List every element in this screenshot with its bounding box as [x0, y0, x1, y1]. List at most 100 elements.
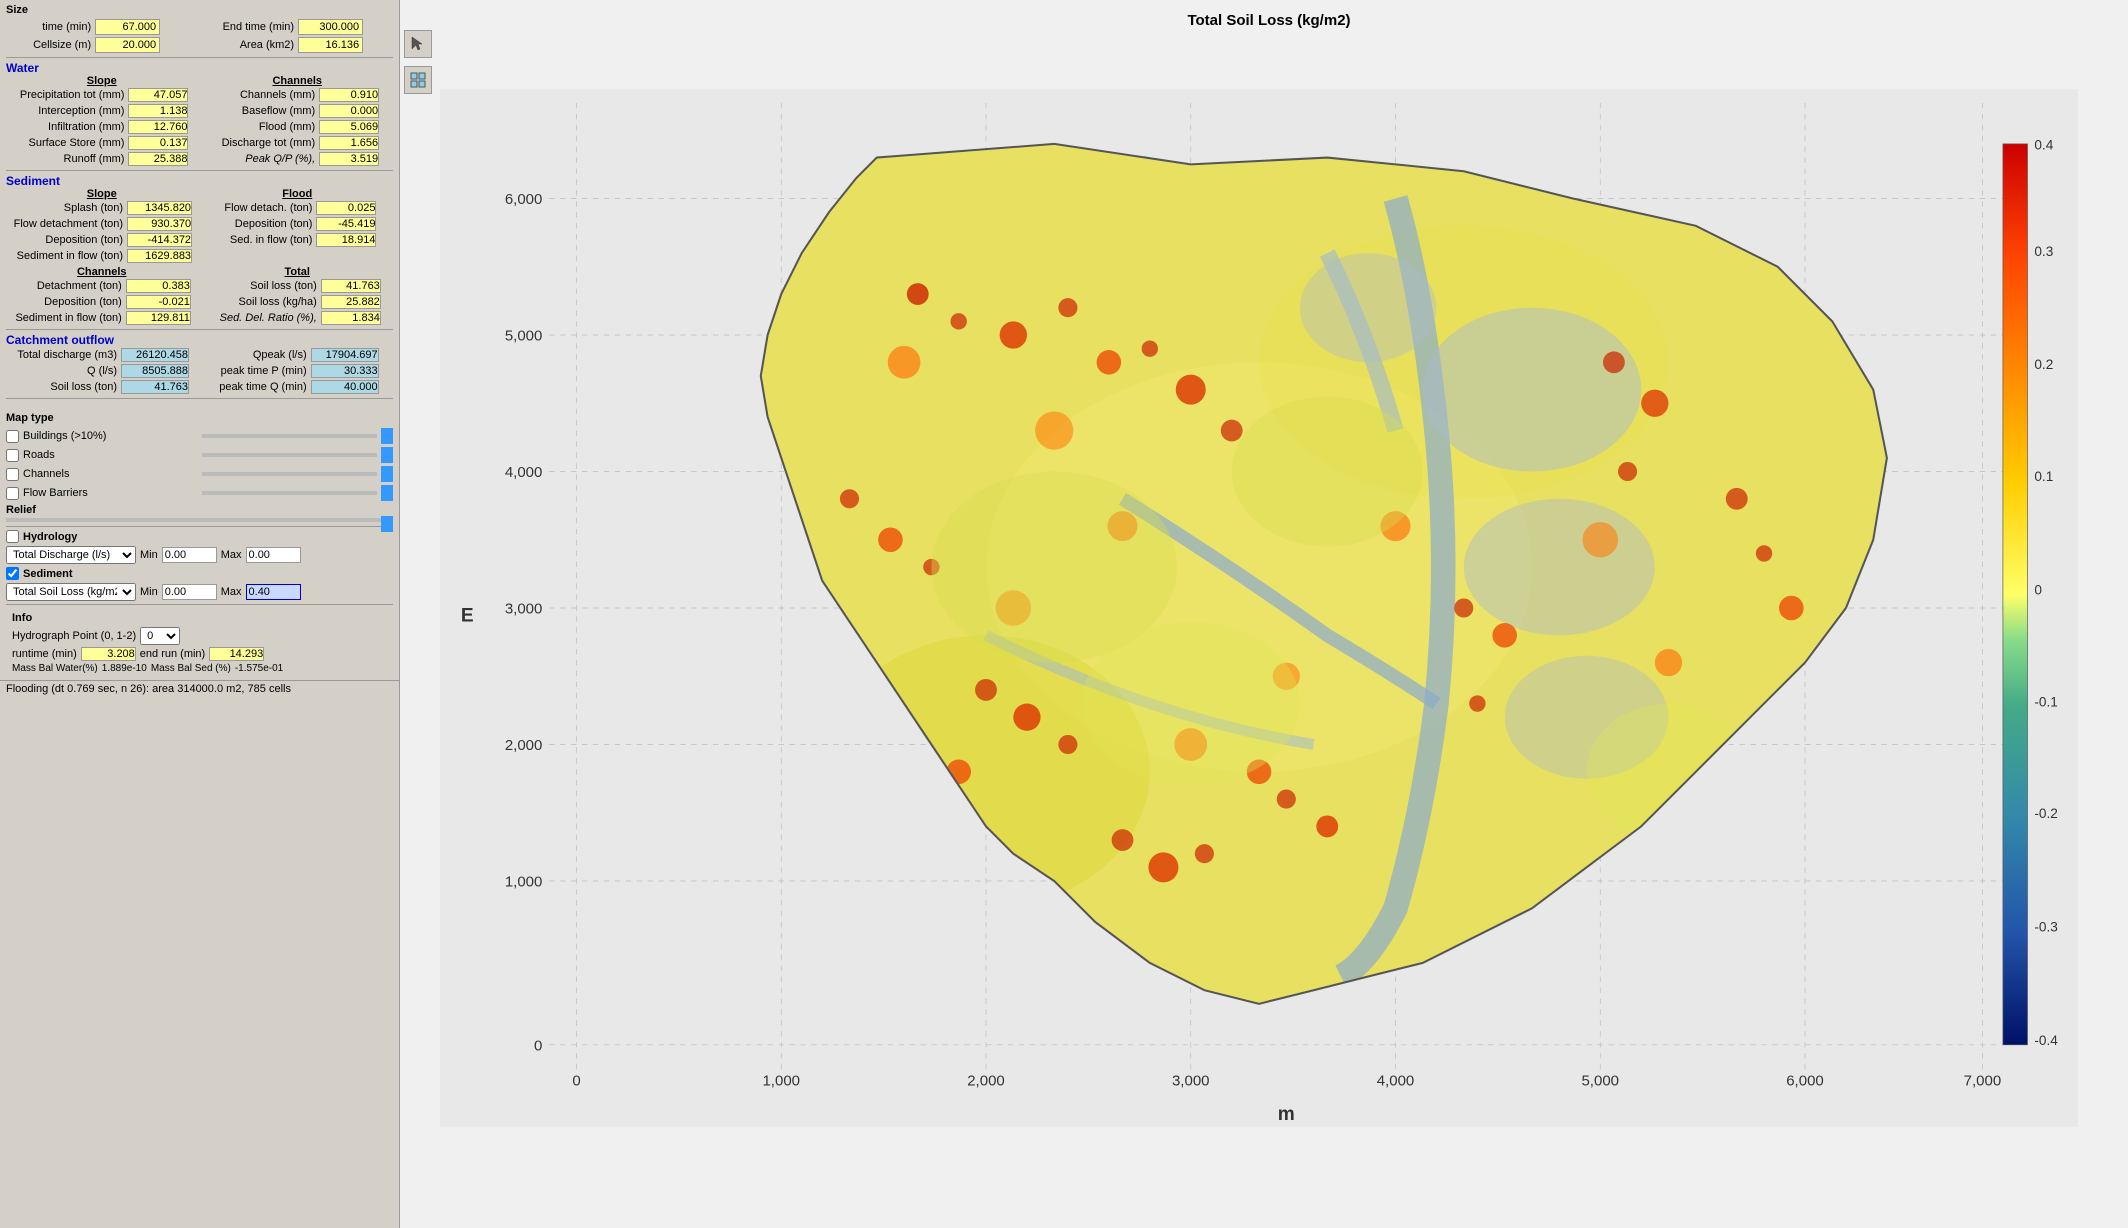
relief-slider[interactable]: [381, 516, 393, 532]
buildings-slider[interactable]: [381, 428, 393, 444]
qpeak-val[interactable]: [311, 348, 379, 362]
surface-val[interactable]: [128, 136, 188, 150]
runoff-val[interactable]: [128, 152, 188, 166]
hydrograph-label: Hydrograph Point (0, 1-2): [12, 630, 136, 642]
hydrology-checkbox[interactable]: [6, 530, 19, 543]
q-val[interactable]: [121, 364, 189, 378]
roads-row: Roads: [6, 447, 393, 463]
sed-min-label: Min: [140, 586, 158, 598]
svg-text:4,000: 4,000: [505, 464, 543, 481]
left-panel: Size time (min) End time (min) Cellsize …: [0, 0, 400, 1228]
sed-inflow-flood-val[interactable]: [316, 233, 376, 247]
sediment-dropdown[interactable]: Total Soil Loss (kg/m2: [6, 583, 136, 601]
relief-label: Relief: [6, 504, 393, 516]
svg-text:0.3: 0.3: [2034, 244, 2053, 259]
svg-text:5,000: 5,000: [505, 327, 543, 344]
sediment-title: Sediment: [6, 174, 393, 188]
mass-bal-sed-label: Mass Bal Sed (%): [151, 663, 231, 674]
sed-channels-header: Channels: [6, 266, 198, 278]
discharge-val[interactable]: [319, 136, 379, 150]
flow-detach-flood-val[interactable]: [316, 201, 376, 215]
channels-mm-val[interactable]: [319, 88, 379, 102]
svg-text:7,000: 7,000: [1964, 1073, 2002, 1090]
map-svg[interactable]: 6,000 5,000 4,000 3,000 2,000 1,000 0 0 …: [440, 28, 2078, 1188]
map-type-section: Map type Buildings (>10%) Roads Channels…: [0, 406, 399, 680]
end-time-value[interactable]: [298, 19, 363, 35]
channels-checkbox[interactable]: [6, 468, 19, 481]
deposition-flood-val[interactable]: [316, 217, 376, 231]
baseflow-val[interactable]: [319, 104, 379, 118]
runtime-row: runtime (min) end run (min): [12, 647, 387, 661]
peak-time-q-val[interactable]: [311, 380, 379, 394]
end-run-label: end run (min): [140, 648, 205, 660]
size-section: Size time (min) End time (min) Cellsize …: [6, 4, 393, 54]
sediment-map-checkbox[interactable]: [6, 567, 19, 580]
svg-text:3,000: 3,000: [1172, 1073, 1210, 1090]
peak-time-p-val[interactable]: [311, 364, 379, 378]
svg-text:E: E: [461, 606, 474, 627]
status-text: Flooding (dt 0.769 sec, n 26): area 3140…: [6, 683, 291, 695]
time-value[interactable]: [95, 19, 160, 35]
catchment-soil-loss-val[interactable]: [121, 380, 189, 394]
buildings-label: Buildings (>10%): [23, 430, 198, 442]
roads-slider[interactable]: [381, 447, 393, 463]
area-value[interactable]: [298, 37, 363, 53]
sed-del-val[interactable]: [321, 311, 381, 325]
toolbar-icons: [404, 30, 432, 94]
buildings-row: Buildings (>10%): [6, 428, 393, 444]
splash-val[interactable]: [127, 201, 192, 215]
end-run-val[interactable]: [209, 647, 264, 661]
water-title: Water: [6, 61, 393, 75]
flow-detach-val[interactable]: [127, 217, 192, 231]
sed-ch-val[interactable]: [126, 311, 191, 325]
hydrograph-select[interactable]: 0: [140, 627, 180, 645]
mass-bal-water-label: Mass Bal Water(%): [12, 663, 98, 674]
water-section: Water Slope Precipitation tot (mm) Inter…: [6, 61, 393, 167]
svg-text:2,000: 2,000: [505, 737, 543, 754]
flow-barriers-checkbox[interactable]: [6, 487, 19, 500]
cellsize-value[interactable]: [95, 37, 160, 53]
pointer-icon[interactable]: [404, 30, 432, 58]
deposition-slope-val[interactable]: [127, 233, 192, 247]
sed-inflow-slope-val[interactable]: [127, 249, 192, 263]
svg-text:-0.2: -0.2: [2034, 806, 2058, 821]
svg-text:0.1: 0.1: [2034, 469, 2053, 484]
flow-barriers-slider[interactable]: [381, 485, 393, 501]
soil-loss-kgha-val[interactable]: [321, 295, 381, 309]
precip-val[interactable]: [128, 88, 188, 102]
peakqp-val[interactable]: [319, 152, 379, 166]
interception-val[interactable]: [128, 104, 188, 118]
svg-text:4,000: 4,000: [1377, 1073, 1415, 1090]
svg-text:-0.4: -0.4: [2034, 1033, 2058, 1048]
right-panel: Total Soil Loss (kg/m2): [400, 0, 2128, 1228]
hydro-min-input[interactable]: [162, 547, 217, 563]
slope-header: Slope: [6, 75, 198, 87]
channels-header: Channels: [202, 75, 394, 87]
channels-row: Channels: [6, 466, 393, 482]
svg-text:3,000: 3,000: [505, 600, 543, 617]
svg-text:2,000: 2,000: [967, 1073, 1005, 1090]
mass-bal-sed-val: -1.575e-01: [235, 663, 283, 674]
mass-bal-row: Mass Bal Water(%) 1.889e-10 Mass Bal Sed…: [12, 663, 387, 674]
runtime-val[interactable]: [81, 647, 136, 661]
soil-loss-ton-val[interactable]: [321, 279, 381, 293]
total-discharge-val[interactable]: [121, 348, 189, 362]
channels-slider[interactable]: [381, 466, 393, 482]
flood-val[interactable]: [319, 120, 379, 134]
buildings-checkbox[interactable]: [6, 430, 19, 443]
hydrology-dropdown[interactable]: Total Discharge (l/s): [6, 546, 136, 564]
roads-checkbox[interactable]: [6, 449, 19, 462]
grid-icon[interactable]: [404, 66, 432, 94]
svg-text:1,000: 1,000: [762, 1073, 800, 1090]
dep-val[interactable]: [126, 295, 191, 309]
detach-val[interactable]: [126, 279, 191, 293]
sed-min-input[interactable]: [162, 584, 217, 600]
flow-barriers-label: Flow Barriers: [23, 487, 198, 499]
hydro-max-input[interactable]: [246, 547, 301, 563]
infiltration-val[interactable]: [128, 120, 188, 134]
stats-section: Size time (min) End time (min) Cellsize …: [0, 0, 399, 406]
svg-text:5,000: 5,000: [1581, 1073, 1619, 1090]
sed-max-input[interactable]: [246, 584, 301, 600]
hydro-min-label: Min: [140, 549, 158, 561]
info-title: Info: [12, 612, 387, 624]
